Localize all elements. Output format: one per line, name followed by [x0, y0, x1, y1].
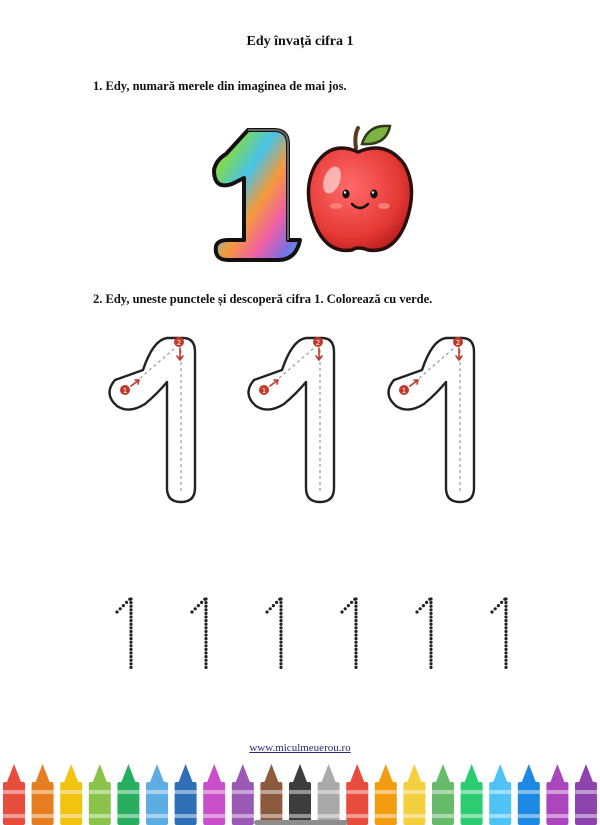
crayon-icon: [403, 764, 426, 825]
svg-text:1: 1: [262, 387, 266, 395]
dotted-digit-row: [115, 597, 508, 669]
task-1-instruction: 1. Edy, numară merele din imaginea de ma…: [93, 79, 347, 93]
website-link[interactable]: www.miculmeuerou.ro: [0, 742, 600, 754]
svg-text:1: 1: [123, 387, 127, 395]
svg-text:2: 2: [456, 339, 460, 347]
task-2-instruction: 2. Edy, uneste punctele și descoperă cif…: [93, 292, 433, 306]
dotted-digit-one: [265, 597, 283, 669]
svg-text:1: 1: [402, 387, 406, 395]
crayon-icon: [117, 764, 140, 825]
dotted-digit-one: [490, 597, 508, 669]
dotted-digit-one: [190, 597, 208, 669]
page-title: Edy învață cifra 1: [246, 34, 354, 49]
crayon-icon: [174, 764, 197, 825]
crayon-icon: [432, 764, 454, 825]
crayon-icon: [517, 764, 540, 825]
dotted-digit-one: [340, 597, 358, 669]
crayon-icon: [575, 764, 597, 825]
trace-digit-row: 121212: [108, 336, 476, 504]
counting-illustration: [212, 124, 414, 262]
svg-text:2: 2: [316, 339, 320, 347]
trace-digit-one: 12: [247, 336, 336, 504]
crayon-icon: [546, 764, 569, 825]
trace-digit-one: 12: [387, 336, 476, 504]
crayon-border: [3, 764, 597, 825]
crayon-icon: [88, 764, 111, 825]
crayon-icon: [317, 764, 340, 825]
crayon-icon: [3, 764, 25, 825]
dotted-digit-one: [415, 597, 433, 669]
scrollbar-thumb[interactable]: [254, 820, 348, 825]
apple-icon: [306, 124, 414, 253]
crayon-icon: [231, 764, 254, 825]
dotted-digit-one: [115, 597, 133, 669]
crayon-icon: [346, 764, 369, 825]
crayon-icon: [460, 764, 483, 825]
svg-text:2: 2: [177, 339, 181, 347]
crayon-icon: [146, 764, 168, 825]
crayon-icon: [489, 764, 512, 825]
crayon-icon: [60, 764, 83, 825]
crayon-icon: [260, 764, 283, 825]
crayon-icon: [374, 764, 397, 825]
crayon-icon: [289, 764, 311, 825]
rainbow-digit-one-icon: [212, 128, 302, 262]
crayon-icon: [203, 764, 226, 825]
trace-digit-one: 12: [108, 336, 197, 504]
crayon-icon: [31, 764, 54, 825]
